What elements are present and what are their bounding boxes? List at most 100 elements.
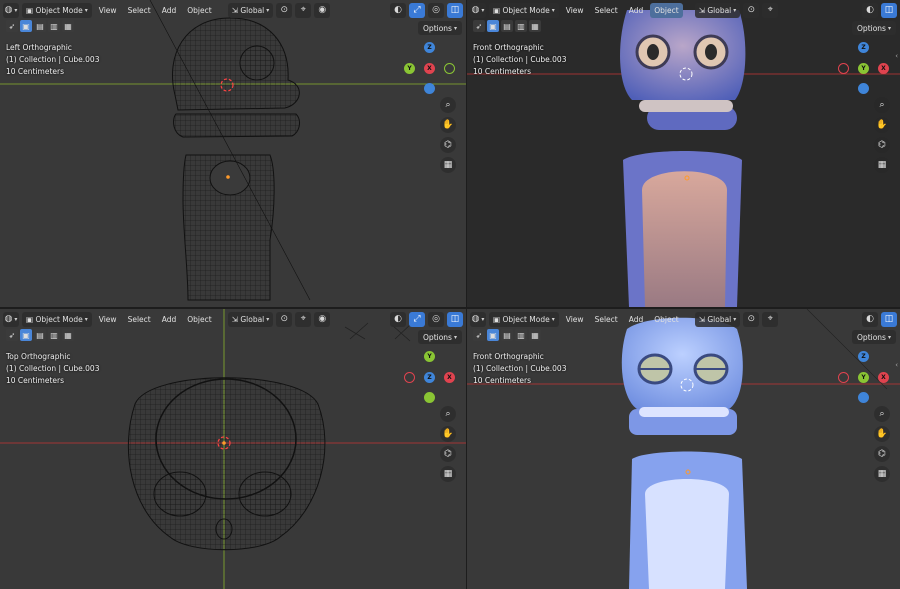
xray-icon[interactable]: ◫	[447, 311, 463, 327]
gizmo-neg-y[interactable]	[444, 63, 455, 74]
gizmo-neg-x[interactable]	[404, 372, 415, 383]
grid-icon[interactable]: ▦	[440, 157, 456, 173]
gizmo-y[interactable]: Y	[424, 351, 435, 362]
mode-dropdown[interactable]: ▣ Object Mode ▾	[22, 2, 92, 18]
cursor-tool-icon[interactable]: ➶	[6, 20, 18, 32]
gizmo-neg-z[interactable]	[424, 83, 435, 94]
select-extend-icon[interactable]: ▤	[34, 329, 46, 341]
gizmo-z[interactable]: Z	[858, 42, 869, 53]
navigation-gizmo[interactable]: Z Y X	[404, 42, 455, 94]
gizmo-toggle-icon[interactable]: ⤢	[409, 311, 425, 327]
proportional-icon[interactable]: ◉	[314, 311, 331, 327]
sidebar-toggle-icon[interactable]: ‹	[895, 52, 898, 60]
select-subtract-icon[interactable]: ▥	[515, 329, 527, 341]
pivot-icon[interactable]: ⊙	[276, 2, 293, 18]
menu-object[interactable]: Object	[183, 3, 215, 18]
xray-icon[interactable]: ◫	[447, 2, 463, 18]
menu-view[interactable]: View	[562, 3, 588, 18]
gizmo-neg-y[interactable]	[424, 392, 435, 403]
gizmo-neg-z[interactable]	[858, 392, 869, 403]
menu-object[interactable]: Object	[183, 312, 215, 327]
menu-object[interactable]: Object	[650, 312, 682, 327]
magnify-icon[interactable]: ⌕	[440, 406, 456, 422]
magnify-icon[interactable]: ⌕	[874, 97, 890, 113]
mode-dropdown[interactable]: ▣ Object Mode ▾	[489, 2, 559, 18]
snap-icon[interactable]: ⌖	[295, 2, 312, 18]
visibility-icon[interactable]: ◐	[862, 2, 878, 18]
camera-icon[interactable]: ⌬	[440, 137, 456, 153]
viewport-top-ortho[interactable]: ◍ ▾ ▣ Object Mode ▾ View Select Add Object…	[0, 309, 466, 589]
menu-select[interactable]: Select	[591, 3, 622, 18]
options-button[interactable]: Options ▾	[852, 21, 896, 35]
menu-object[interactable]: Object	[650, 2, 683, 18]
gizmo-y[interactable]: Y	[404, 63, 415, 74]
navigation-gizmo[interactable]: Y X Z	[404, 351, 455, 403]
visibility-icon[interactable]: ◐	[390, 2, 406, 18]
navigation-gizmo[interactable]: Z X Y	[838, 42, 889, 94]
camera-icon[interactable]: ⌬	[440, 446, 456, 462]
menu-add[interactable]: Add	[625, 3, 648, 18]
viewport-front-ortho-material[interactable]: ◍ ▾ ▣ Object Mode ▾ View Select Add Object…	[467, 0, 900, 307]
gizmo-toggle-icon[interactable]: ⤢	[409, 2, 425, 18]
navigation-gizmo[interactable]: Z X Y	[838, 351, 889, 403]
gizmo-z[interactable]: Z	[858, 351, 869, 362]
snap-icon[interactable]: ⌖	[762, 2, 779, 18]
overlay-icon[interactable]: ◎	[428, 311, 444, 327]
menu-view[interactable]: View	[562, 312, 588, 327]
visibility-icon[interactable]: ◐	[390, 311, 406, 327]
snap-icon[interactable]: ⌖	[295, 311, 312, 327]
select-extend-icon[interactable]: ▤	[501, 20, 513, 32]
select-invert-icon[interactable]: ▦	[529, 329, 541, 341]
select-subtract-icon[interactable]: ▥	[48, 329, 60, 341]
transform-orientation[interactable]: ⇲ Global ▾	[694, 311, 741, 327]
grid-icon[interactable]: ▦	[874, 157, 890, 173]
gizmo-neg-x[interactable]	[838, 63, 849, 74]
camera-icon[interactable]: ⌬	[874, 137, 890, 153]
xray-icon[interactable]: ◫	[881, 311, 897, 327]
gizmo-neg-x[interactable]	[838, 372, 849, 383]
menu-view[interactable]: View	[95, 3, 121, 18]
grid-icon[interactable]: ▦	[874, 466, 890, 482]
globe-icon[interactable]: ◍ ▾	[3, 311, 19, 327]
select-invert-icon[interactable]: ▦	[62, 20, 74, 32]
camera-icon[interactable]: ⌬	[874, 446, 890, 462]
options-button[interactable]: Options ▾	[418, 330, 462, 344]
overlay-icon[interactable]: ◎	[428, 2, 444, 18]
pivot-icon[interactable]: ⊙	[743, 311, 760, 327]
grid-icon[interactable]: ▦	[440, 466, 456, 482]
xray-icon[interactable]: ◫	[881, 2, 897, 18]
transform-orientation[interactable]: ⇲ Global ▾	[227, 311, 274, 327]
viewport-front-ortho-solid[interactable]: ◍ ▾ ▣ Object Mode ▾ View Select Add Object…	[467, 309, 900, 589]
globe-icon[interactable]: ◍ ▾	[3, 2, 19, 18]
hand-icon[interactable]: ✋	[440, 426, 456, 442]
hand-icon[interactable]: ✋	[440, 117, 456, 133]
menu-add[interactable]: Add	[158, 3, 181, 18]
menu-select[interactable]: Select	[124, 3, 155, 18]
select-subtract-icon[interactable]: ▥	[515, 20, 527, 32]
globe-icon[interactable]: ◍ ▾	[470, 311, 486, 327]
menu-add[interactable]: Add	[625, 312, 648, 327]
sidebar-toggle-icon[interactable]: ‹	[895, 361, 898, 369]
select-new-icon[interactable]: ▣	[20, 20, 32, 32]
cursor-tool-icon[interactable]: ➶	[473, 329, 485, 341]
select-new-icon[interactable]: ▣	[487, 329, 499, 341]
select-new-icon[interactable]: ▣	[20, 329, 32, 341]
proportional-icon[interactable]: ◉	[314, 2, 331, 18]
globe-icon[interactable]: ◍ ▾	[470, 2, 486, 18]
transform-orientation[interactable]: ⇲ Global ▾	[694, 2, 741, 18]
select-invert-icon[interactable]: ▦	[529, 20, 541, 32]
gizmo-z[interactable]: Z	[424, 372, 435, 383]
select-extend-icon[interactable]: ▤	[501, 329, 513, 341]
menu-add[interactable]: Add	[158, 312, 181, 327]
gizmo-y[interactable]: Y	[858, 63, 869, 74]
menu-view[interactable]: View	[95, 312, 121, 327]
gizmo-x[interactable]: X	[444, 372, 455, 383]
cursor-tool-icon[interactable]: ➶	[473, 20, 485, 32]
hand-icon[interactable]: ✋	[874, 426, 890, 442]
select-invert-icon[interactable]: ▦	[62, 329, 74, 341]
options-button[interactable]: Options ▾	[852, 330, 896, 344]
gizmo-x[interactable]: X	[878, 63, 889, 74]
pivot-icon[interactable]: ⊙	[743, 2, 760, 18]
visibility-icon[interactable]: ◐	[862, 311, 878, 327]
cursor-tool-icon[interactable]: ➶	[6, 329, 18, 341]
